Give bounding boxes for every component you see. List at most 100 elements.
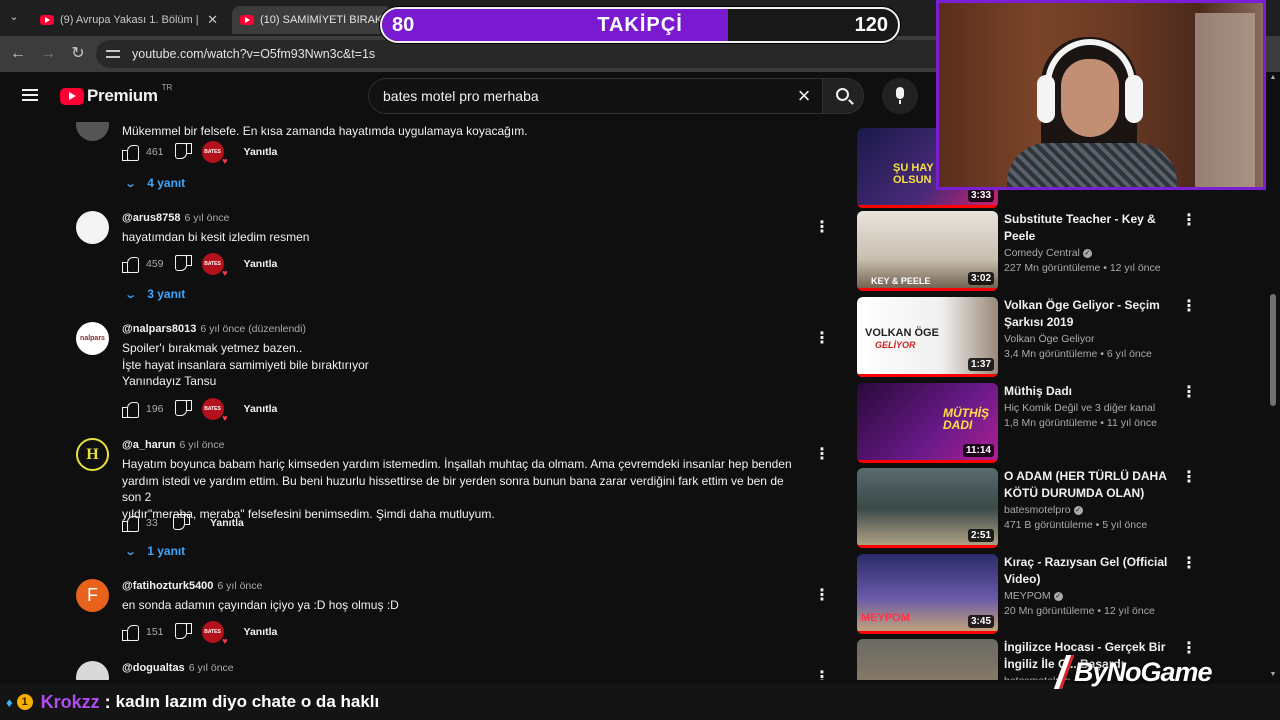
- channel-name[interactable]: Comedy Central: [1004, 247, 1080, 259]
- thumbnail-caption: MEYPOM: [861, 612, 910, 624]
- menu-icon[interactable]: [22, 89, 38, 101]
- video-card[interactable]: 2:51 O ADAM (HER TÜRLÜ DAHA KÖTÜ DURUMDA…: [857, 468, 1197, 548]
- avatar[interactable]: nalpars: [76, 322, 109, 355]
- search-input[interactable]: bates motel pro merhaba ×: [368, 78, 822, 114]
- view-replies-button[interactable]: ⌄ 4 yanıt: [124, 173, 185, 193]
- avatar[interactable]: [76, 661, 109, 680]
- youtube-premium-logo[interactable]: Premium TR: [60, 83, 172, 106]
- voice-search-button[interactable]: [882, 78, 918, 114]
- video-age: 12 yıl önce: [1104, 605, 1155, 617]
- scroll-thumb[interactable]: [1270, 294, 1276, 406]
- comment-time[interactable]: 6 yıl önce: [184, 212, 229, 224]
- video-thumbnail[interactable]: MÜTHİŞ DADI 11:14: [857, 383, 998, 463]
- comment-time[interactable]: 6 yıl önce (düzenlendi): [200, 323, 306, 335]
- verified-icon: ✓: [1082, 248, 1092, 258]
- channel-name[interactable]: Hiç Komik Değil ve 3 diğer kanal: [1004, 401, 1172, 416]
- view-replies-button[interactable]: ⌄ 1 yanıt: [124, 541, 185, 561]
- comment-author[interactable]: @fatihozturk5400: [122, 580, 213, 592]
- comment-author[interactable]: @arus8758: [122, 212, 180, 224]
- video-menu-icon[interactable]: [1181, 555, 1197, 573]
- comment-time[interactable]: 6 yıl önce: [180, 439, 225, 451]
- comment-menu-icon[interactable]: [814, 669, 830, 680]
- site-info-icon[interactable]: [106, 48, 120, 60]
- video-card[interactable]: MÜTHİŞ DADI 11:14 Müthiş Dadı Hiç Komik …: [857, 383, 1197, 463]
- comment-menu-icon[interactable]: [814, 122, 830, 124]
- video-age: 6 yıl önce: [1106, 348, 1152, 360]
- comment-text-line: Hayatım boyunca babam hariç kimseden yar…: [122, 457, 792, 471]
- comment-author[interactable]: @dogualtas: [122, 662, 185, 674]
- reload-icon[interactable]: ↻: [66, 42, 90, 66]
- video-title[interactable]: Müthiş Dadı: [1004, 383, 1172, 400]
- dislike-icon[interactable]: [176, 624, 192, 640]
- like-count: 196: [146, 403, 164, 415]
- comment-menu-icon[interactable]: [814, 219, 830, 237]
- video-card[interactable]: MEYPOM 3:45 Kıraç - Razıysan Gel (Offici…: [857, 554, 1197, 634]
- comment-text-line: yardım istedi ve yardım ettim. Bu beni h…: [122, 473, 784, 505]
- comment-author[interactable]: @nalpars8013: [122, 323, 196, 335]
- avatar[interactable]: H: [76, 438, 109, 471]
- video-card[interactable]: VOLKAN ÖGE GELİYOR 1:37 Volkan Öge Geliy…: [857, 297, 1197, 377]
- video-thumbnail[interactable]: 2:51: [857, 468, 998, 548]
- avatar[interactable]: [76, 211, 109, 244]
- back-arrow-icon[interactable]: ←: [6, 42, 30, 66]
- video-age: 5 yıl önce: [1102, 519, 1148, 531]
- video-menu-icon[interactable]: [1181, 298, 1197, 316]
- view-replies-button[interactable]: ⌄ 3 yanıt: [124, 284, 185, 304]
- page-scrollbar[interactable]: ▲ ▼: [1266, 72, 1280, 680]
- reply-button[interactable]: Yanıtla: [244, 626, 278, 638]
- reply-button[interactable]: Yanıtla: [210, 517, 244, 529]
- dislike-icon[interactable]: [176, 401, 192, 417]
- browser-tab-2[interactable]: (10) SAMİMİYETİ BIRAKAN a: [232, 6, 392, 34]
- tab-close-icon[interactable]: ✕: [207, 12, 218, 28]
- comment-time[interactable]: 6 yıl önce: [189, 662, 234, 674]
- comment-text-line: Spoiler'ı bırakmak yetmez bazen..: [122, 341, 303, 355]
- youtube-favicon-icon: [40, 15, 54, 25]
- like-icon[interactable]: [122, 515, 139, 532]
- like-icon[interactable]: [122, 624, 139, 641]
- video-menu-icon[interactable]: [1181, 212, 1197, 230]
- like-icon[interactable]: [122, 401, 139, 418]
- video-title[interactable]: Volkan Öge Geliyor - Seçim Şarkısı 2019: [1004, 297, 1172, 331]
- video-thumbnail[interactable]: MEYPOM 3:45: [857, 554, 998, 634]
- video-thumbnail[interactable]: KEY & PEELE 3:02: [857, 211, 998, 291]
- avatar[interactable]: [76, 122, 109, 141]
- browser-tab-1[interactable]: (9) Avrupa Yakası 1. Bölüm | 4K ✕: [32, 6, 226, 34]
- scroll-up-icon[interactable]: ▲: [1269, 74, 1277, 81]
- comment-author[interactable]: @a_harun: [122, 439, 176, 451]
- video-card[interactable]: KEY & PEELE 3:02 Substitute Teacher - Ke…: [857, 211, 1197, 291]
- channel-name[interactable]: MEYPOM: [1004, 590, 1051, 602]
- reply-button[interactable]: Yanıtla: [244, 403, 278, 415]
- scroll-down-icon[interactable]: ▼: [1269, 671, 1277, 678]
- channel-name[interactable]: Volkan Öge Geliyor: [1004, 332, 1172, 347]
- comment-time[interactable]: 6 yıl önce: [217, 580, 262, 592]
- reply-button[interactable]: Yanıtla: [244, 146, 278, 158]
- dislike-icon[interactable]: [176, 144, 192, 160]
- like-icon[interactable]: [122, 256, 139, 273]
- dislike-icon[interactable]: [176, 256, 192, 272]
- video-title[interactable]: Substitute Teacher - Key & Peele: [1004, 211, 1172, 245]
- logo-text: Premium: [87, 86, 158, 105]
- avatar[interactable]: F: [76, 579, 109, 612]
- tab-search-dropdown-icon[interactable]: ⌄: [6, 10, 22, 24]
- comment-menu-icon[interactable]: [814, 587, 830, 605]
- chevron-down-icon: ⌄: [124, 288, 138, 301]
- video-menu-icon[interactable]: [1181, 469, 1197, 487]
- channel-name[interactable]: batesmotelpro: [1004, 504, 1071, 516]
- watched-progress-bar: [857, 374, 998, 377]
- search-button[interactable]: [822, 78, 864, 114]
- creator-heart-icon: BATES: [201, 141, 228, 166]
- chat-message-text: kadın lazım diyo chate o da haklı: [115, 692, 380, 711]
- video-title[interactable]: O ADAM (HER TÜRLÜ DAHA KÖTÜ DURUMDA OLAN…: [1004, 468, 1172, 502]
- comment-menu-icon[interactable]: [814, 330, 830, 348]
- comment-menu-icon[interactable]: [814, 446, 830, 464]
- like-icon[interactable]: [122, 144, 139, 161]
- forward-arrow-icon[interactable]: →: [36, 42, 60, 66]
- clear-search-icon[interactable]: ×: [794, 85, 814, 107]
- video-menu-icon[interactable]: [1181, 384, 1197, 402]
- video-age: 12 yıl önce: [1109, 262, 1161, 274]
- video-title[interactable]: Kıraç - Razıysan Gel (Official Video): [1004, 554, 1172, 588]
- video-thumbnail[interactable]: VOLKAN ÖGE GELİYOR 1:37: [857, 297, 998, 377]
- video-thumbnail[interactable]: [857, 639, 998, 680]
- dislike-icon[interactable]: [174, 515, 190, 531]
- reply-button[interactable]: Yanıtla: [244, 258, 278, 270]
